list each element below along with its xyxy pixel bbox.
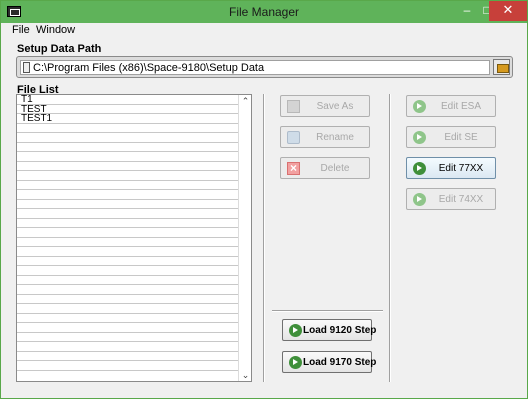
edit-77xx-button[interactable]: Edit 77XX bbox=[406, 157, 496, 179]
divider-right bbox=[389, 94, 391, 382]
list-item[interactable] bbox=[17, 200, 238, 209]
list-item[interactable] bbox=[17, 333, 238, 342]
list-item[interactable] bbox=[17, 266, 238, 276]
list-item[interactable]: TEST bbox=[17, 105, 238, 114]
setup-path-value: C:\Program Files (x86)\Space-9180\Setup … bbox=[33, 62, 265, 74]
save-as-label: Save As bbox=[316, 101, 354, 112]
browse-folder-button[interactable] bbox=[493, 59, 510, 75]
arrow-right-icon bbox=[289, 324, 302, 337]
list-item[interactable] bbox=[17, 342, 238, 352]
list-item[interactable] bbox=[17, 247, 238, 257]
list-item[interactable] bbox=[17, 181, 238, 190]
arrow-right-icon bbox=[413, 162, 426, 175]
list-item[interactable] bbox=[17, 352, 238, 361]
edit-esa-button[interactable]: Edit ESA bbox=[406, 95, 496, 117]
setup-path-control: C:\Program Files (x86)\Space-9180\Setup … bbox=[16, 56, 513, 78]
list-item[interactable] bbox=[17, 171, 238, 181]
delete-button[interactable]: Delete bbox=[280, 157, 370, 179]
save-as-button[interactable]: Save As bbox=[280, 95, 370, 117]
list-item[interactable]: T1 bbox=[17, 95, 238, 105]
list-item[interactable] bbox=[17, 152, 238, 162]
delete-icon bbox=[287, 161, 300, 175]
edit-77xx-label: Edit 77XX bbox=[438, 163, 484, 174]
menu-file[interactable]: File bbox=[12, 24, 30, 36]
rename-button[interactable]: Rename bbox=[280, 126, 370, 148]
load-9120-label: Load 9120 Step bbox=[303, 325, 377, 336]
minimize-button[interactable]: ‒ bbox=[457, 1, 477, 21]
arrow-right-icon bbox=[413, 100, 426, 113]
arrow-right-icon bbox=[413, 131, 426, 144]
list-item[interactable] bbox=[17, 304, 238, 314]
load-9170-label: Load 9170 Step bbox=[303, 357, 377, 368]
edit-se-button[interactable]: Edit SE bbox=[406, 126, 496, 148]
title-bar[interactable]: File Manager ‒ □ ✕ bbox=[1, 1, 527, 23]
list-item[interactable]: TEST1 bbox=[17, 114, 238, 124]
divider-left bbox=[263, 94, 265, 382]
scroll-down-icon[interactable]: ⌄ bbox=[239, 369, 252, 381]
list-item[interactable] bbox=[17, 133, 238, 143]
list-item[interactable] bbox=[17, 257, 238, 266]
file-manager-window: File Manager ‒ □ ✕ File Window Setup Dat… bbox=[0, 0, 528, 399]
delete-label: Delete bbox=[320, 163, 350, 174]
list-item[interactable] bbox=[17, 124, 238, 133]
list-item[interactable] bbox=[17, 323, 238, 333]
scroll-up-icon[interactable]: ⌃ bbox=[239, 95, 252, 107]
arrow-right-icon bbox=[413, 193, 426, 206]
rename-label: Rename bbox=[316, 132, 354, 143]
edit-esa-label: Edit ESA bbox=[440, 101, 482, 112]
menu-window[interactable]: Window bbox=[36, 24, 75, 36]
file-list-rows: T1 TEST TEST1 bbox=[17, 95, 238, 381]
rename-icon bbox=[287, 131, 300, 144]
setup-path-label: Setup Data Path bbox=[17, 43, 102, 55]
edit-74xx-button[interactable]: Edit 74XX bbox=[406, 188, 496, 210]
list-item[interactable] bbox=[17, 190, 238, 200]
list-item[interactable] bbox=[17, 361, 238, 371]
list-item[interactable] bbox=[17, 228, 238, 238]
window-title: File Manager bbox=[228, 5, 300, 19]
file-list-scrollbar[interactable]: ⌃ ⌄ bbox=[238, 95, 251, 381]
list-item[interactable] bbox=[17, 285, 238, 295]
list-item[interactable] bbox=[17, 238, 238, 247]
arrow-right-icon bbox=[289, 356, 302, 369]
divider-horizontal bbox=[272, 310, 383, 312]
load-9170-step-button[interactable]: Load 9170 Step bbox=[282, 351, 377, 373]
list-item[interactable] bbox=[17, 295, 238, 304]
file-list[interactable]: T1 TEST TEST1 ⌃ ⌄ bbox=[16, 94, 252, 382]
list-item[interactable] bbox=[17, 314, 238, 323]
load-9120-step-button[interactable]: Load 9120 Step bbox=[282, 319, 377, 341]
save-icon bbox=[287, 100, 300, 113]
path-file-icon bbox=[23, 62, 30, 73]
edit-se-label: Edit SE bbox=[444, 132, 478, 143]
list-item[interactable] bbox=[17, 209, 238, 219]
list-item[interactable] bbox=[17, 219, 238, 228]
list-item[interactable] bbox=[17, 162, 238, 171]
edit-74xx-label: Edit 74XX bbox=[438, 194, 484, 205]
list-item[interactable] bbox=[17, 143, 238, 152]
setup-path-input[interactable]: C:\Program Files (x86)\Space-9180\Setup … bbox=[20, 60, 490, 75]
close-button[interactable]: ✕ bbox=[489, 1, 527, 21]
list-item[interactable] bbox=[17, 276, 238, 285]
menu-bar: File Window bbox=[1, 23, 527, 39]
